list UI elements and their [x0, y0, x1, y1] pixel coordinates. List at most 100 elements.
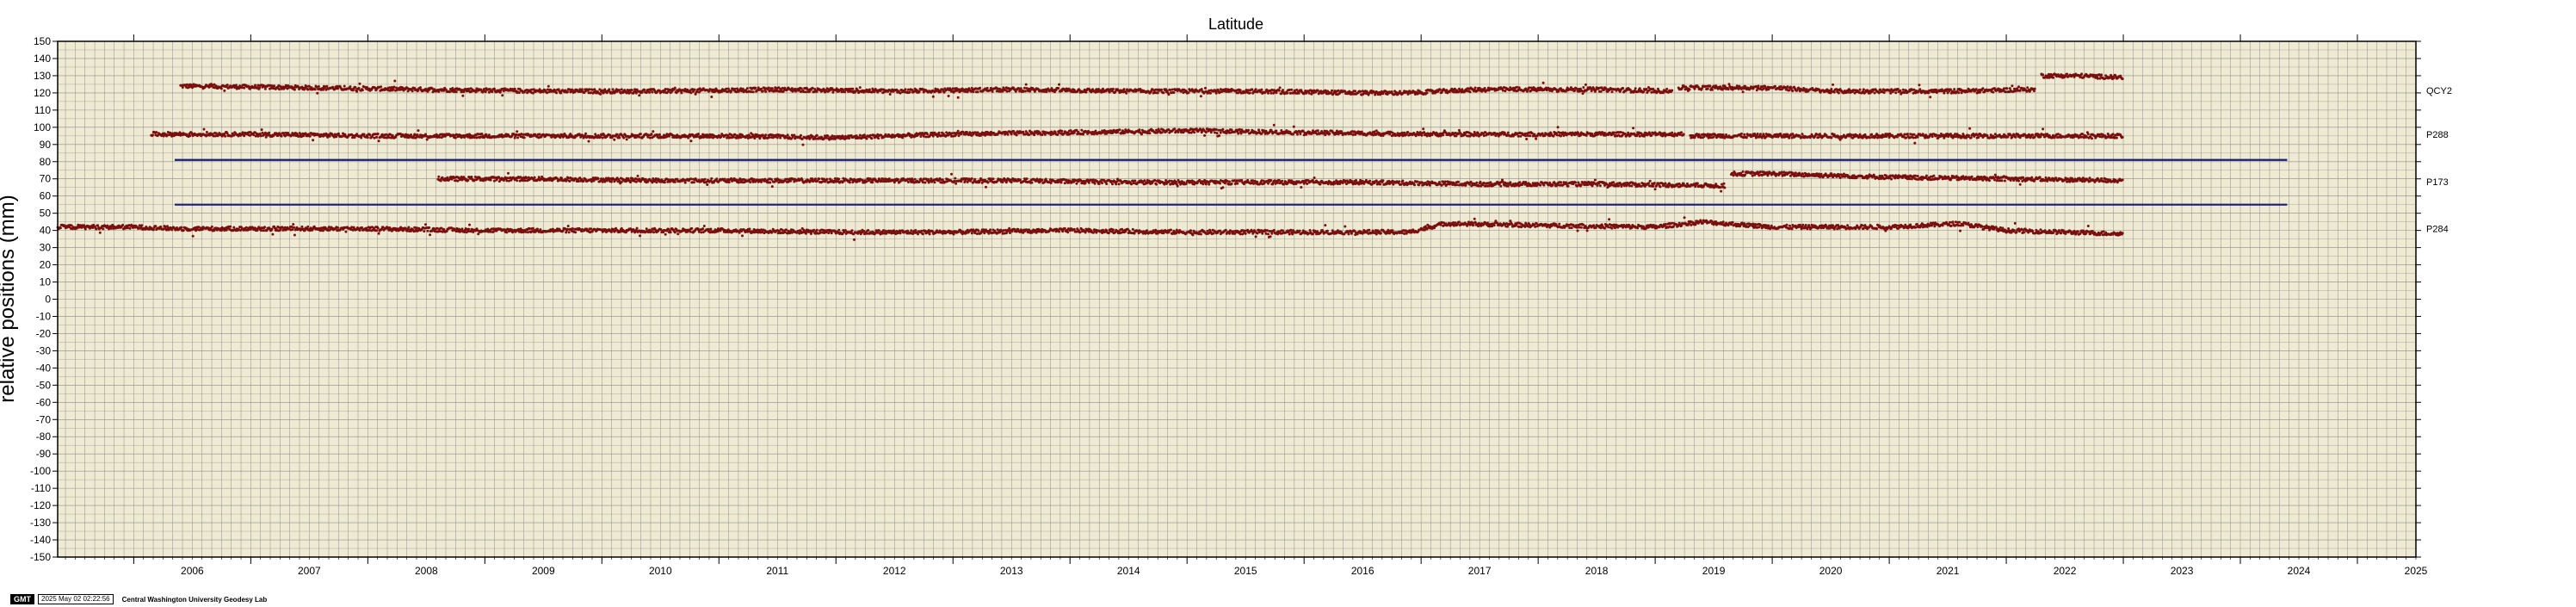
data-point — [1519, 134, 1523, 138]
data-point — [800, 133, 802, 137]
data-point — [865, 137, 868, 140]
data-point — [1442, 133, 1445, 137]
data-point — [1058, 83, 1060, 86]
grid — [58, 40, 2417, 558]
data-point — [1160, 131, 1164, 134]
data-point — [205, 131, 208, 133]
data-point — [1267, 91, 1269, 95]
data-point — [1019, 87, 1022, 90]
data-point — [904, 88, 907, 91]
data-point — [638, 135, 641, 139]
data-point — [513, 87, 516, 90]
data-point — [547, 84, 550, 88]
data-point — [1108, 90, 1111, 94]
data-point — [689, 139, 693, 143]
data-point — [2004, 90, 2007, 94]
data-point — [996, 87, 999, 90]
data-point — [1438, 88, 1442, 91]
data-point — [620, 88, 623, 91]
data-point — [1214, 91, 1218, 95]
data-point — [1555, 133, 1559, 137]
data-point — [947, 95, 950, 97]
data-point — [219, 87, 223, 90]
data-point — [1005, 90, 1009, 93]
data-point — [1275, 91, 1278, 95]
data-point — [1516, 85, 1518, 89]
data-point — [308, 134, 312, 138]
data-point — [919, 135, 923, 138]
data-point — [764, 90, 768, 93]
data-point — [1708, 84, 1712, 88]
data-point — [733, 87, 737, 90]
data-point — [1282, 89, 1284, 92]
data-point — [1272, 123, 1276, 127]
data-point — [1173, 127, 1177, 131]
data-point — [650, 133, 653, 136]
data-point — [2112, 77, 2116, 80]
data-point — [393, 79, 397, 83]
data-point — [1299, 133, 1302, 135]
data-point — [1416, 131, 1419, 133]
data-point — [2011, 84, 2014, 88]
data-point — [1901, 88, 1905, 91]
data-point — [1248, 91, 1251, 95]
data-point — [202, 127, 206, 131]
data-point — [1254, 88, 1257, 91]
data-point — [1012, 130, 1016, 133]
data-point — [955, 132, 959, 135]
data-point — [360, 136, 363, 139]
data-point — [979, 86, 982, 90]
data-point — [1316, 89, 1319, 92]
data-point — [1425, 91, 1429, 95]
data-point — [643, 88, 646, 91]
data-point — [555, 91, 559, 95]
data-point — [602, 91, 605, 95]
data-point — [328, 134, 331, 138]
data-point — [751, 90, 755, 94]
data-point — [354, 86, 357, 89]
data-point — [1024, 83, 1028, 86]
data-point — [877, 137, 880, 140]
data-point — [411, 90, 414, 93]
data-point — [1275, 129, 1278, 133]
latitude-chart: 1501401301201101009080706050403020100-10… — [0, 15, 2452, 577]
data-point — [926, 133, 929, 136]
data-point — [268, 131, 271, 134]
data-point — [1354, 90, 1357, 93]
data-point — [1010, 133, 1013, 136]
data-point — [361, 89, 364, 92]
data-point — [1214, 131, 1216, 134]
data-point — [473, 136, 476, 139]
data-point — [1260, 88, 1263, 91]
data-point — [1180, 128, 1183, 132]
data-point — [530, 88, 534, 91]
data-point — [254, 134, 257, 138]
data-point — [1634, 87, 1637, 90]
data-point — [377, 139, 380, 143]
data-point — [410, 133, 412, 136]
data-point — [1638, 87, 1641, 90]
data-point — [868, 133, 872, 137]
data-point — [1422, 127, 1425, 131]
data-point — [613, 138, 616, 141]
data-point — [599, 92, 602, 96]
data-point — [1247, 128, 1251, 132]
data-point — [991, 90, 994, 93]
data-point — [1102, 87, 1104, 90]
data-point — [858, 86, 862, 90]
data-point — [448, 90, 451, 94]
data-point — [391, 133, 394, 137]
data-point — [1022, 130, 1025, 133]
data-point — [1208, 89, 1211, 92]
data-point — [1788, 89, 1791, 92]
data-point — [652, 130, 655, 133]
data-point — [858, 133, 862, 137]
data-point — [454, 136, 457, 139]
data-point — [223, 89, 226, 92]
data-point — [1324, 89, 1327, 92]
data-point — [1858, 88, 1862, 91]
data-point — [1665, 87, 1669, 90]
data-point — [770, 87, 774, 90]
data-point — [1337, 89, 1340, 92]
data-point — [394, 89, 398, 92]
